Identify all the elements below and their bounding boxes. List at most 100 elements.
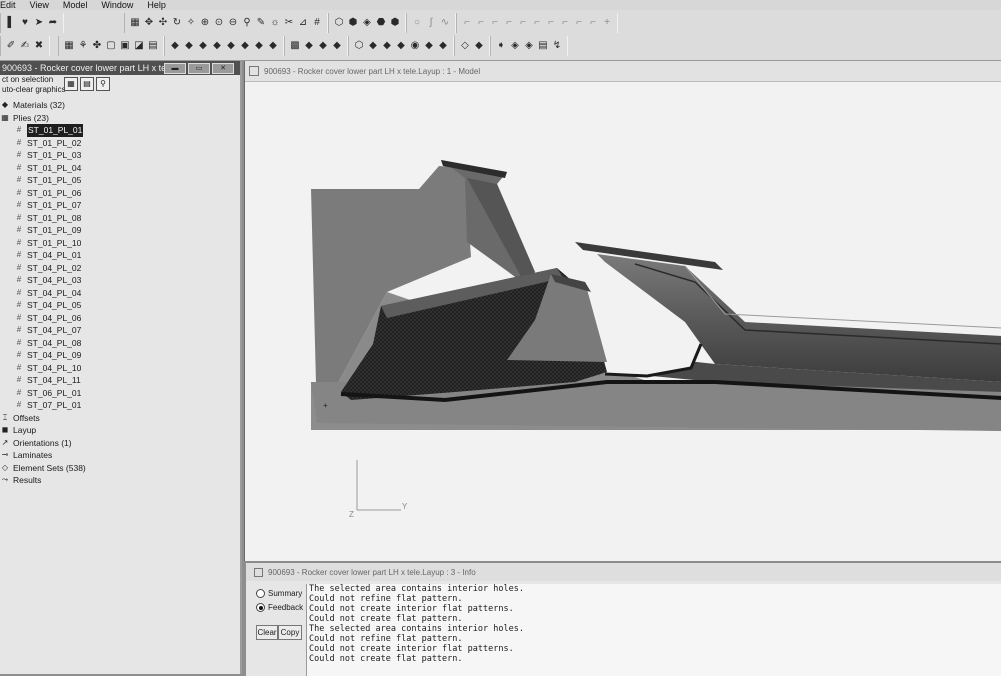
tree-icon[interactable]: ⚘ [77, 39, 89, 53]
cube-front-icon[interactable]: ⬡ [333, 16, 345, 30]
zoom-window-icon[interactable]: ⊕ [199, 16, 211, 30]
ply-item[interactable]: # ST_04_PL_05 [0, 299, 240, 312]
redo-icon[interactable]: ➦ [47, 16, 59, 30]
ply-tool-7-icon[interactable]: ◆ [253, 39, 265, 53]
select-on-selection-option[interactable]: ct on selection [2, 75, 240, 85]
zoom-out-icon[interactable]: ⊖ [227, 16, 239, 30]
ply-item[interactable]: # ST_01_PL_01 [0, 124, 240, 137]
cube-top-icon[interactable]: ◈ [361, 16, 373, 30]
tree-filter-icon[interactable]: ▦ [64, 77, 78, 91]
spin-icon[interactable]: ↻ [171, 16, 183, 30]
tree-node-materials[interactable]: ◆ Materials (32) [0, 99, 240, 112]
draw-tool-7-icon[interactable]: ⌐ [545, 16, 557, 30]
ply-item[interactable]: # ST_01_PL_03 [0, 149, 240, 162]
ply-tool-3-icon[interactable]: ◆ [197, 39, 209, 53]
menu-window[interactable]: Window [101, 0, 133, 10]
draw-tool-1-icon[interactable]: ⌐ [461, 16, 473, 30]
output-tool-3-icon[interactable]: ▤ [537, 39, 549, 53]
box-icon[interactable]: ▣ [119, 39, 131, 53]
surface-tool-3-icon[interactable]: ◆ [381, 39, 393, 53]
tree-node-results[interactable]: ⤳ Results [0, 474, 240, 487]
ply-item[interactable]: # ST_04_PL_07 [0, 324, 240, 337]
ply-item[interactable]: # ST_07_PL_01 [0, 399, 240, 412]
tree-list-icon[interactable]: ▤ [80, 77, 94, 91]
copy-button[interactable]: Copy [278, 625, 302, 640]
brush-icon[interactable]: ✐ [5, 39, 17, 53]
cut-icon[interactable]: ✂ [283, 16, 295, 30]
ply-tool-8-icon[interactable]: ◆ [267, 39, 279, 53]
ply-item[interactable]: # ST_04_PL_08 [0, 337, 240, 350]
stack-icon[interactable]: ▤ [147, 39, 159, 53]
tree-node-laminates[interactable]: ⊸ Laminates [0, 449, 240, 462]
ply-item[interactable]: # ST_01_PL_02 [0, 137, 240, 150]
ply-item[interactable]: # ST_01_PL_04 [0, 162, 240, 175]
pick-icon[interactable]: ✎ [255, 16, 267, 30]
curve-icon[interactable]: ∫ [425, 16, 437, 30]
layer-icon[interactable]: ◪ [133, 39, 145, 53]
table-icon[interactable]: ▦ [63, 39, 75, 53]
draw-tool-5-icon[interactable]: ⌐ [517, 16, 529, 30]
ply-item[interactable]: # ST_06_PL_01 [0, 387, 240, 400]
tree-node-offsets[interactable]: ⌶ Offsets [0, 412, 240, 425]
ply-item[interactable]: # ST_01_PL_06 [0, 187, 240, 200]
menu-model[interactable]: Model [63, 0, 88, 10]
ply-item[interactable]: # ST_04_PL_09 [0, 349, 240, 362]
ply-tool-1-icon[interactable]: ◆ [169, 39, 181, 53]
draw-tool-6-icon[interactable]: ⌐ [531, 16, 543, 30]
ply-item[interactable]: # ST_01_PL_10 [0, 237, 240, 250]
move-icon[interactable]: ✣ [157, 16, 169, 30]
output-tool-4-icon[interactable]: ↯ [551, 39, 563, 53]
network-icon[interactable]: ✤ [91, 39, 103, 53]
menu-edit[interactable]: Edit [0, 0, 16, 10]
ply-item[interactable]: # ST_01_PL_09 [0, 224, 240, 237]
auto-clear-graphics-option[interactable]: uto-clear graphics [2, 85, 240, 95]
light-icon[interactable]: ☼ [269, 16, 281, 30]
tree-search-icon[interactable]: ⚲ [96, 77, 110, 91]
ply-item[interactable]: # ST_04_PL_04 [0, 287, 240, 300]
draw-tool-2-icon[interactable]: ⌐ [475, 16, 487, 30]
grid-icon[interactable]: ▦ [129, 16, 141, 30]
cube-side-icon[interactable]: ⬢ [347, 16, 359, 30]
solid-cube-icon[interactable]: ⬣ [375, 16, 387, 30]
ply-tool-2-icon[interactable]: ◆ [183, 39, 195, 53]
maximize-button[interactable]: ▭ [188, 63, 210, 74]
laminate-tool-4-icon[interactable]: ◆ [331, 39, 343, 53]
save-icon[interactable]: ▌ [5, 16, 17, 30]
pointer-icon[interactable]: ➤ [33, 16, 45, 30]
minimize-button[interactable]: ▬ [164, 63, 186, 74]
laminate-tool-3-icon[interactable]: ◆ [317, 39, 329, 53]
solid-hex-icon[interactable]: ⬢ [389, 16, 401, 30]
draw-tool-10-icon[interactable]: ⌐ [587, 16, 599, 30]
measure-icon[interactable]: ⚲ [241, 16, 253, 30]
surface-tool-6-icon[interactable]: ◆ [437, 39, 449, 53]
eye-icon[interactable]: ◉ [409, 39, 421, 53]
draw-tool-4-icon[interactable]: ⌐ [503, 16, 515, 30]
circle-icon[interactable]: ○ [411, 16, 423, 30]
ply-item[interactable]: # ST_01_PL_05 [0, 174, 240, 187]
mesh-icon[interactable]: # [311, 16, 323, 30]
ply-item[interactable]: # ST_04_PL_11 [0, 374, 240, 387]
laminate-tool-2-icon[interactable]: ◆ [303, 39, 315, 53]
clear-button[interactable]: Clear [256, 625, 278, 640]
laminate-tool-1-icon[interactable]: ▩ [289, 39, 301, 53]
pattern-tool-1-icon[interactable]: ◇ [459, 39, 471, 53]
ply-item[interactable]: # ST_01_PL_08 [0, 212, 240, 225]
ply-item[interactable]: # ST_04_PL_10 [0, 362, 240, 375]
export-icon[interactable]: ➧ [495, 39, 507, 53]
zoom-icon[interactable]: ⊙ [213, 16, 225, 30]
stop-icon[interactable]: ✖ [33, 39, 45, 53]
pan-icon[interactable]: ✧ [185, 16, 197, 30]
ply-item[interactable]: # ST_01_PL_07 [0, 199, 240, 212]
ply-item[interactable]: # ST_04_PL_01 [0, 249, 240, 262]
ply-tool-5-icon[interactable]: ◆ [225, 39, 237, 53]
tree-node-element-sets[interactable]: ◇ Element Sets (538) [0, 462, 240, 475]
output-tool-2-icon[interactable]: ◈ [523, 39, 535, 53]
ply-item[interactable]: # ST_04_PL_06 [0, 312, 240, 325]
menu-help[interactable]: Help [147, 0, 166, 10]
surface-tool-1-icon[interactable]: ⬡ [353, 39, 365, 53]
ply-item[interactable]: # ST_04_PL_02 [0, 262, 240, 275]
draw-tool-9-icon[interactable]: ⌐ [573, 16, 585, 30]
feedback-radio[interactable]: Feedback [256, 603, 303, 612]
rotate-icon[interactable]: ✥ [143, 16, 155, 30]
ply-tool-6-icon[interactable]: ◆ [239, 39, 251, 53]
